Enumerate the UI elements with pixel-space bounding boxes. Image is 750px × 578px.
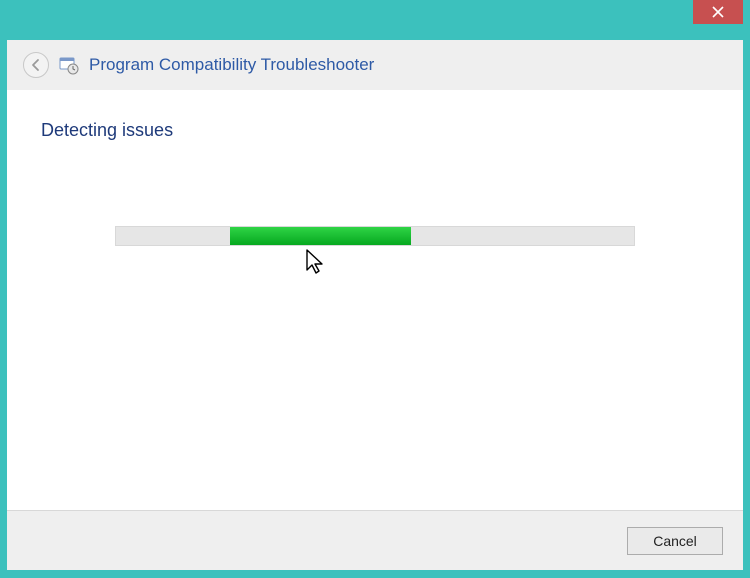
progress-bar [115, 226, 635, 246]
cursor-icon [305, 248, 325, 276]
titlebar [0, 0, 750, 30]
footer-bar: Cancel [7, 510, 743, 570]
page-heading: Detecting issues [41, 120, 709, 141]
back-button[interactable] [23, 52, 49, 78]
arrow-left-icon [29, 58, 43, 72]
content-panel: Detecting issues [7, 90, 743, 510]
progress-fill [230, 227, 411, 245]
close-button[interactable] [693, 0, 743, 24]
wizard-header: Program Compatibility Troubleshooter [7, 40, 743, 90]
cancel-button[interactable]: Cancel [627, 527, 723, 555]
troubleshooter-icon [59, 55, 79, 75]
window-frame: Program Compatibility Troubleshooter Det… [0, 0, 750, 578]
close-icon [712, 6, 724, 18]
wizard-title: Program Compatibility Troubleshooter [89, 55, 374, 75]
